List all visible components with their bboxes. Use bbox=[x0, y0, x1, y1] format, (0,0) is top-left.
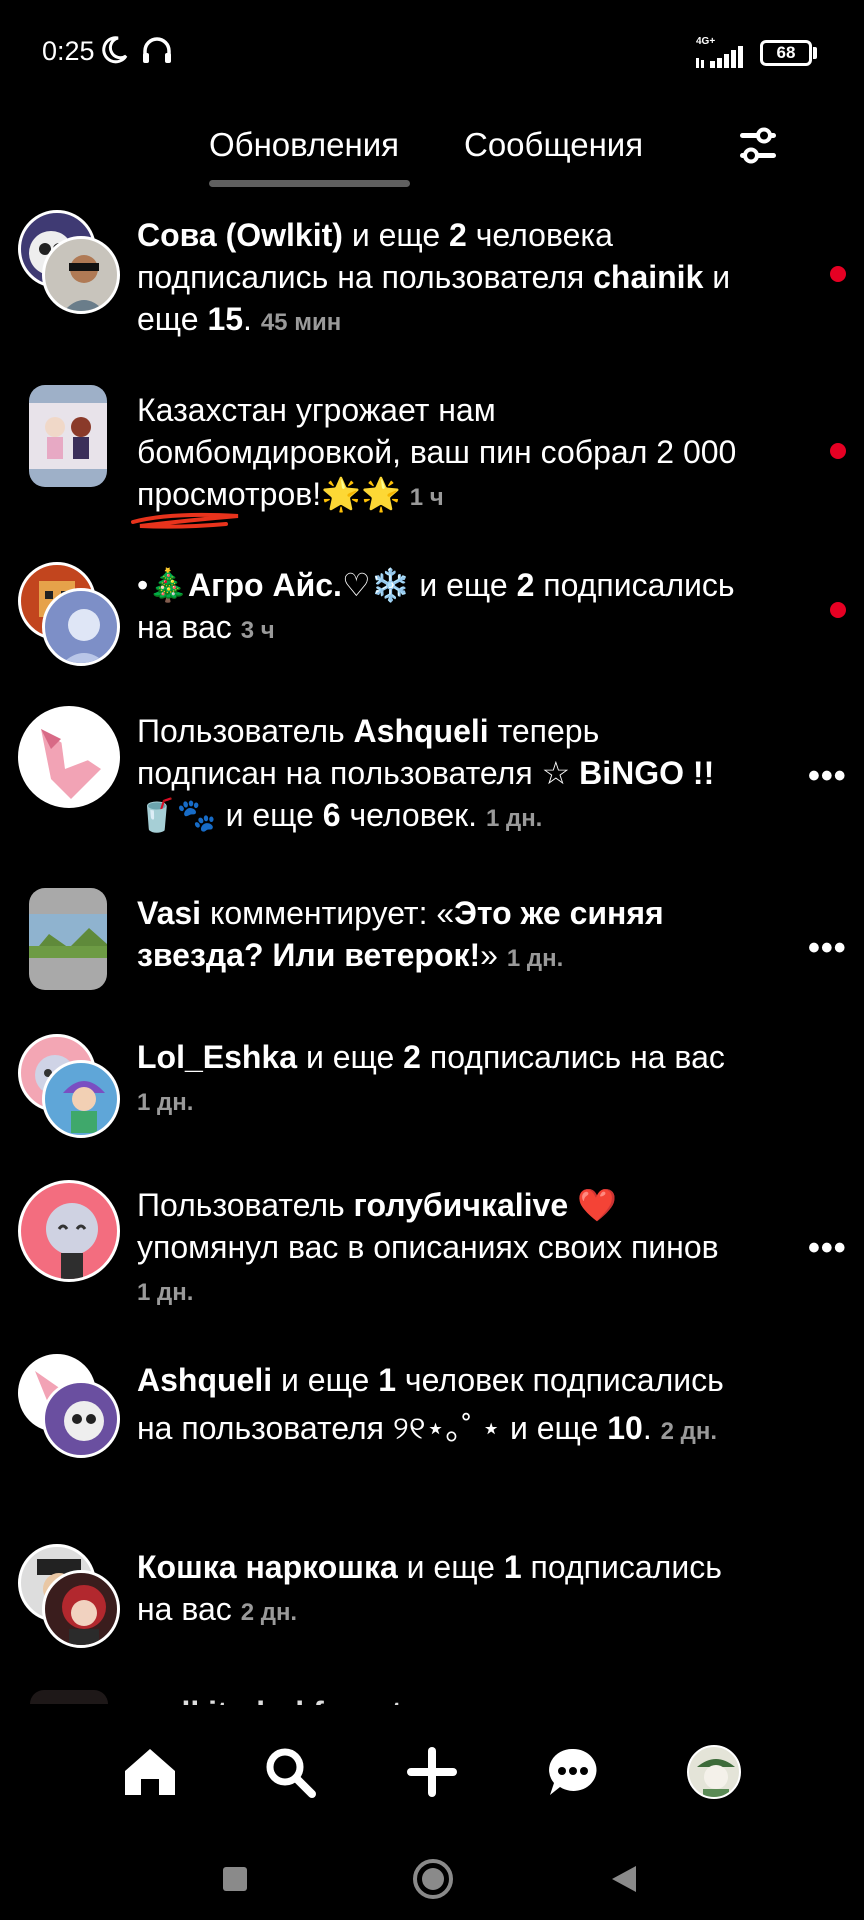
battery-indicator: 68 bbox=[760, 40, 812, 66]
notification-text: •🎄Агро Айс.♡❄️ и еще 2 подписались на ва… bbox=[137, 567, 735, 645]
recents-icon[interactable] bbox=[222, 1866, 248, 1892]
avatar bbox=[18, 706, 120, 808]
status-time: 0:25 bbox=[42, 36, 95, 66]
avatar bbox=[42, 1060, 120, 1138]
more-options-icon[interactable]: ••• bbox=[808, 759, 847, 793]
home-icon bbox=[125, 1749, 175, 1795]
avatar-stack bbox=[16, 706, 121, 811]
moon-icon bbox=[102, 36, 128, 64]
avatar-stack bbox=[16, 562, 121, 667]
search-button[interactable] bbox=[258, 1740, 322, 1804]
avatar-stack bbox=[16, 1544, 121, 1649]
timestamp: 2 дн. bbox=[240, 1599, 298, 1626]
sliders-icon[interactable] bbox=[734, 126, 782, 166]
notification-text: Пользователь Ashqueli теперь подписан на… bbox=[137, 713, 715, 833]
timestamp: 1 дн. bbox=[137, 1089, 194, 1116]
notification-text: Пользователь голубичкаlive ❤️ упомянул в… bbox=[137, 1187, 719, 1306]
unread-dot bbox=[830, 443, 846, 459]
notification-text: Кошка наркошка и еще 1 подписались на ва… bbox=[137, 1549, 722, 1627]
avatar-stack bbox=[16, 1354, 121, 1459]
timestamp: 45 мин bbox=[260, 309, 342, 336]
notification-text: Казахстан угрожает нам бомбомдировкой, в… bbox=[137, 392, 737, 512]
more-options-icon[interactable]: ••• bbox=[808, 1231, 847, 1265]
search-icon bbox=[266, 1748, 316, 1798]
home-button[interactable] bbox=[118, 1740, 182, 1804]
pin-thumbnail bbox=[29, 888, 107, 990]
timestamp: 2 дн. bbox=[660, 1418, 718, 1445]
notification-text: Vasi комментирует: «Это же синяя звезда?… bbox=[137, 895, 664, 973]
timestamp: 3 ч bbox=[240, 617, 275, 644]
profile-button[interactable] bbox=[682, 1740, 746, 1804]
avatar-stack bbox=[16, 1180, 121, 1285]
tab-active-indicator bbox=[209, 180, 410, 187]
status-bar: 0:25 4G+ 68 bbox=[0, 0, 864, 100]
avatar bbox=[42, 236, 120, 314]
avatar-stack bbox=[16, 1034, 121, 1139]
notification-text: Ashqueli и еще 1 человек подписались на … bbox=[137, 1362, 724, 1446]
messages-button[interactable] bbox=[541, 1740, 605, 1804]
unread-dot bbox=[830, 602, 846, 618]
pin-thumbnail bbox=[29, 385, 107, 487]
battery-tip bbox=[813, 47, 817, 59]
partial-avatar bbox=[30, 1690, 108, 1704]
unread-dot bbox=[830, 266, 846, 282]
system-navigation-bar bbox=[0, 1820, 864, 1920]
plus-icon bbox=[407, 1747, 457, 1797]
avatar bbox=[42, 1380, 120, 1458]
create-button[interactable] bbox=[400, 1740, 464, 1804]
avatar bbox=[18, 1180, 120, 1282]
more-options-icon[interactable]: ••• bbox=[808, 931, 847, 965]
timestamp: 1 дн. bbox=[485, 805, 543, 832]
timestamp: 1 дн. bbox=[137, 1279, 194, 1306]
avatar-stack bbox=[16, 210, 121, 315]
partial-notification-text[interactable]: owlkit_darkforest создает пин идею: bbox=[137, 1693, 707, 1705]
notification-text: Сова (Owlkit) и еще 2 человека подписали… bbox=[137, 217, 731, 337]
chat-icon bbox=[549, 1748, 597, 1795]
tab-messages[interactable]: Сообщения bbox=[464, 126, 643, 164]
avatar bbox=[687, 1745, 741, 1799]
tab-updates[interactable]: Обновления bbox=[209, 126, 399, 164]
red-scribble bbox=[131, 512, 239, 529]
signal-icon bbox=[696, 46, 743, 68]
avatar bbox=[42, 588, 120, 666]
bottom-navigation bbox=[0, 1710, 864, 1820]
headphones-icon bbox=[143, 37, 171, 63]
notification-text: Lol_Eshka и еще 2 подписались на вас 1 д… bbox=[137, 1039, 725, 1116]
timestamp: 1 дн. bbox=[506, 945, 564, 972]
timestamp: 1 ч bbox=[409, 484, 444, 511]
home-circle-icon[interactable] bbox=[412, 1858, 454, 1900]
avatar bbox=[42, 1570, 120, 1648]
back-icon[interactable] bbox=[610, 1864, 638, 1894]
